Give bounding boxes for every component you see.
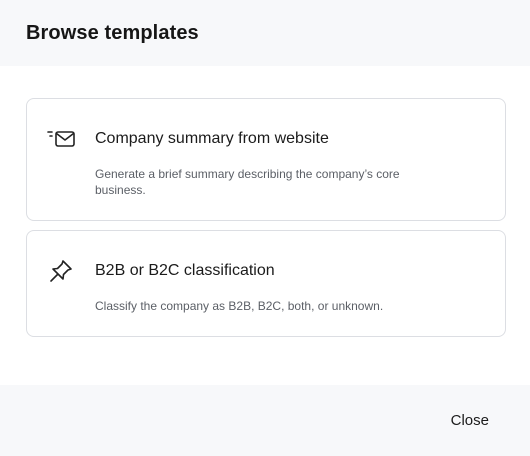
- pin-icon: [47, 257, 75, 285]
- close-button[interactable]: Close: [451, 412, 489, 429]
- dialog-footer: Close: [0, 385, 530, 456]
- browse-templates-dialog: Browse templates Company summary from we…: [0, 0, 530, 456]
- dialog-title: Browse templates: [26, 21, 199, 44]
- template-card-header: Company summary from website: [47, 125, 485, 153]
- dialog-header: Browse templates: [0, 0, 530, 66]
- template-list: Company summary from website Generate a …: [0, 66, 530, 385]
- template-description: Classify the company as B2B, B2C, both, …: [95, 299, 384, 313]
- template-card-company-summary[interactable]: Company summary from website Generate a …: [26, 98, 506, 221]
- template-title: Company summary from website: [95, 130, 329, 147]
- template-card-b2b-b2c[interactable]: B2B or B2C classification Classify the c…: [26, 230, 506, 337]
- email-send-icon: [47, 125, 75, 153]
- template-title: B2B or B2C classification: [95, 262, 275, 279]
- template-card-header: B2B or B2C classification: [47, 257, 485, 285]
- template-description: Generate a brief summary describing the …: [95, 167, 400, 197]
